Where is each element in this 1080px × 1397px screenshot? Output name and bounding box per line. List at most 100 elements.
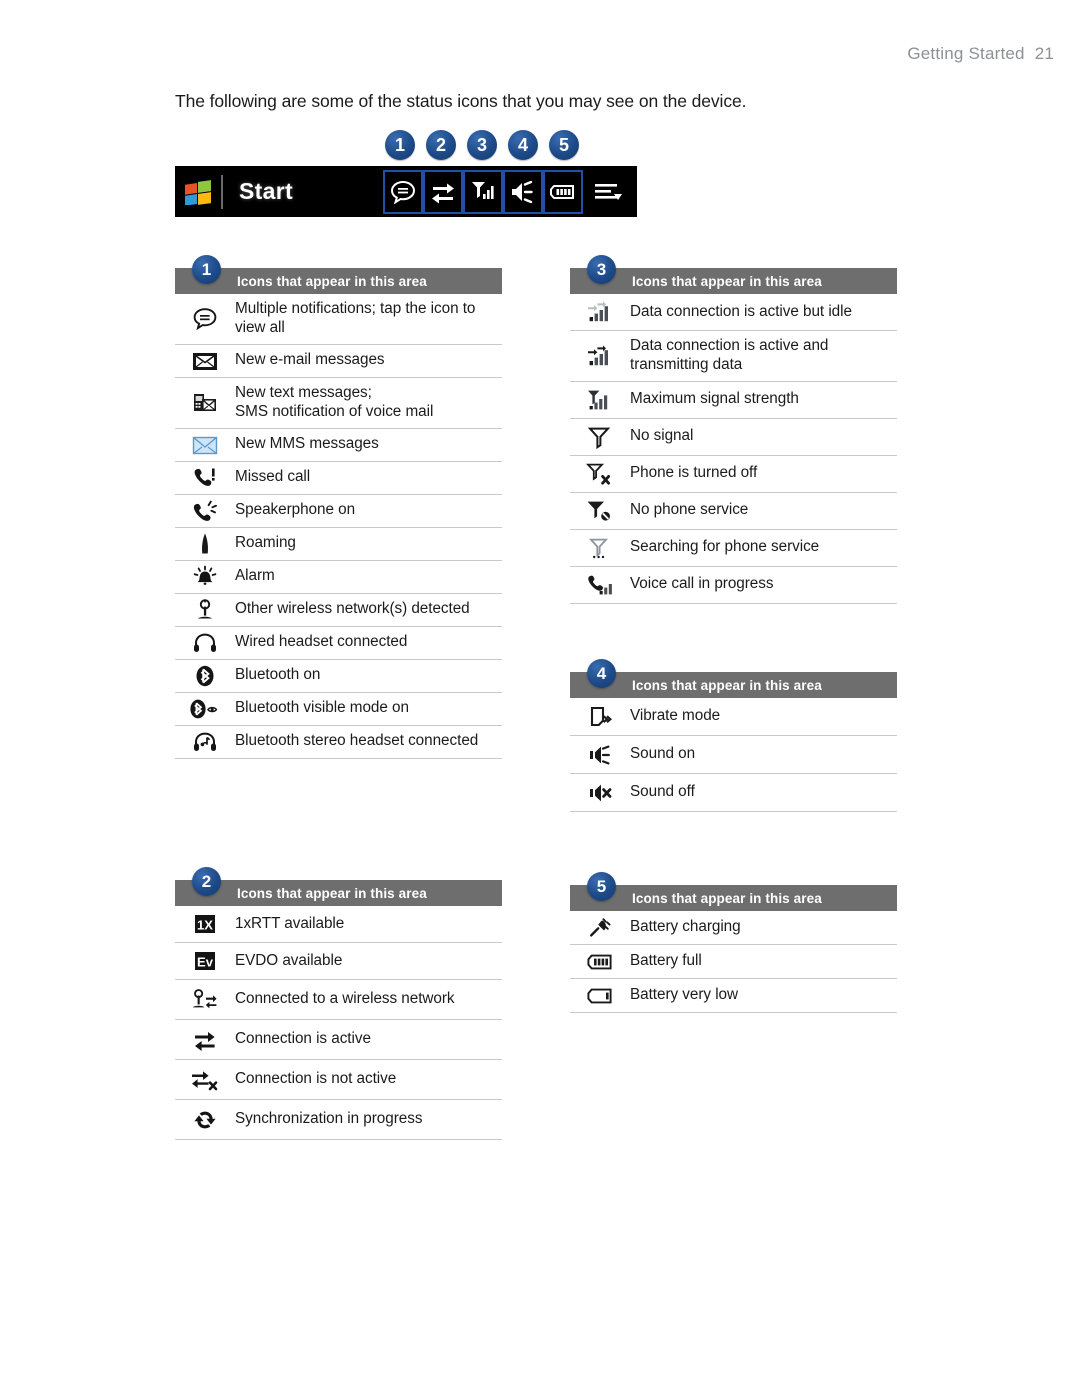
section-3-header: 3 Icons that appear in this area [570,255,897,294]
table-row-label: No signal [630,427,694,445]
table-row: Battery charging [570,911,897,945]
table-row-label: Data connection is active but idle [630,302,852,320]
table-row-label: New text messages; SMS notification of v… [235,378,439,428]
section-5-header: 5 Icons that appear in this area [570,872,897,911]
section-4-badge: 4 [587,659,616,688]
table-row-label: No phone service [630,501,749,519]
table-row: Connection is not active [175,1060,502,1100]
table-row-label: Wired headset connected [235,633,408,651]
section-5-table: 5 Icons that appear in this area Battery… [570,872,897,1013]
table-row: Maximum signal strength [570,382,897,419]
intro-text: The following are some of the status ico… [175,91,747,111]
table-row-label: EVDO available [235,951,343,969]
section-2-badge: 2 [192,867,221,896]
battery-charging-icon [570,913,630,943]
connection-not-active-icon [175,1064,235,1096]
roaming-icon [175,528,235,560]
taskbar-divider [221,174,223,209]
new-email-icon [175,346,235,376]
table-row: Synchronization in progress [175,1100,502,1140]
table-row: Multiple notifications; tap the icon to … [175,294,502,345]
table-row: No phone service [570,493,897,530]
vibrate-mode-icon [570,701,630,733]
section-3-badge: 3 [587,255,616,284]
table-row: No signal [570,419,897,456]
table-row-label: New MMS messages [235,435,379,453]
section-4-table: 4 Icons that appear in this area Vibrate… [570,659,897,812]
table-row: Missed call [175,462,502,495]
new-text-message-icon [175,387,235,419]
missed-call-icon [175,462,235,494]
table-row-label: Connected to a wireless network [235,990,455,1008]
section-4-header: 4 Icons that appear in this area [570,659,897,698]
notification-bubble-icon [390,180,416,204]
table-row-label: Battery charging [630,918,741,936]
table-row-label: Data connection is active and transmitti… [630,337,829,373]
taskbar-status-icons [383,166,635,217]
table-row: Wired headset connected [175,627,502,660]
battery-very-low-icon [570,982,630,1010]
table-row: Data connection is active and transmitti… [570,331,897,382]
phone-off-icon [570,458,630,490]
table-row-label: Bluetooth stereo headset connected [235,732,479,750]
device-taskbar: Start [175,166,637,217]
section-5-badge: 5 [587,872,616,901]
taskbar-slot-4[interactable] [503,169,543,214]
taskbar-slot-3[interactable] [463,169,503,214]
sound-on-icon [512,180,533,203]
input-panel-icon[interactable] [583,170,635,214]
taskbar-slot-5[interactable] [543,169,583,214]
table-row-label: Speakerphone on [235,501,356,519]
section-2-table: 2 Icons that appear in this area 1X 1xRT… [175,867,502,1140]
connection-active-icon [432,183,454,203]
table-row-label: Connection is not active [235,1070,397,1088]
section-1-table: 1 Icons that appear in this area Multipl… [175,255,502,759]
table-row-label: Connection is active [235,1030,371,1048]
table-row: Searching for phone service [570,530,897,567]
table-row-label: Sound on [630,745,696,763]
table-row-label: Phone is turned off [630,464,758,482]
table-row-label: Alarm [235,567,275,585]
table-row-label: Vibrate mode [630,707,721,725]
battery-full-icon [570,948,630,976]
table-row: Phone is turned off [570,456,897,493]
table-row-label: Battery full [630,952,702,970]
taskbar-slot-2[interactable] [423,169,463,214]
bluetooth-visible-icon [175,693,235,725]
1xrtt-available-icon: 1X [175,909,235,939]
alarm-icon [175,561,235,593]
callout-badge-4: 4 [508,130,538,160]
table-row: Connected to a wireless network [175,980,502,1020]
no-signal-icon [570,421,630,453]
table-row: Connection is active [175,1020,502,1060]
table-row-label: Other wireless network(s) detected [235,600,470,618]
section-3-table: 3 Icons that appear in this area Data co… [570,255,897,604]
table-row: Ev EVDO available [175,943,502,980]
sound-on-icon [570,739,630,771]
wired-headset-icon [175,627,235,659]
table-row: New e-mail messages [175,345,502,378]
table-row: Battery very low [570,979,897,1013]
table-row: Roaming [175,528,502,561]
searching-phone-service-icon [570,532,630,564]
bluetooth-stereo-headset-icon [175,726,235,758]
table-row-label: Searching for phone service [630,538,820,556]
taskbar-slot-1[interactable] [383,169,423,214]
table-row: New MMS messages [175,429,502,462]
no-phone-service-icon [570,495,630,527]
table-row-label: Synchronization in progress [235,1110,423,1128]
speakerphone-on-icon [175,495,235,527]
signal-strength-icon [472,181,494,199]
section-1-badge: 1 [192,255,221,284]
connection-active-icon [175,1024,235,1056]
evdo-available-icon: Ev [175,946,235,976]
table-row-label: Maximum signal strength [630,390,799,408]
table-row-label: Roaming [235,534,296,552]
table-row: 1X 1xRTT available [175,906,502,943]
page-header-section: Getting Started [907,44,1025,63]
battery-full-icon [550,184,574,199]
table-row: Vibrate mode [570,698,897,736]
section-2-header: 2 Icons that appear in this area [175,867,502,906]
sound-off-icon [570,777,630,809]
wireless-network-detected-icon [175,594,235,626]
